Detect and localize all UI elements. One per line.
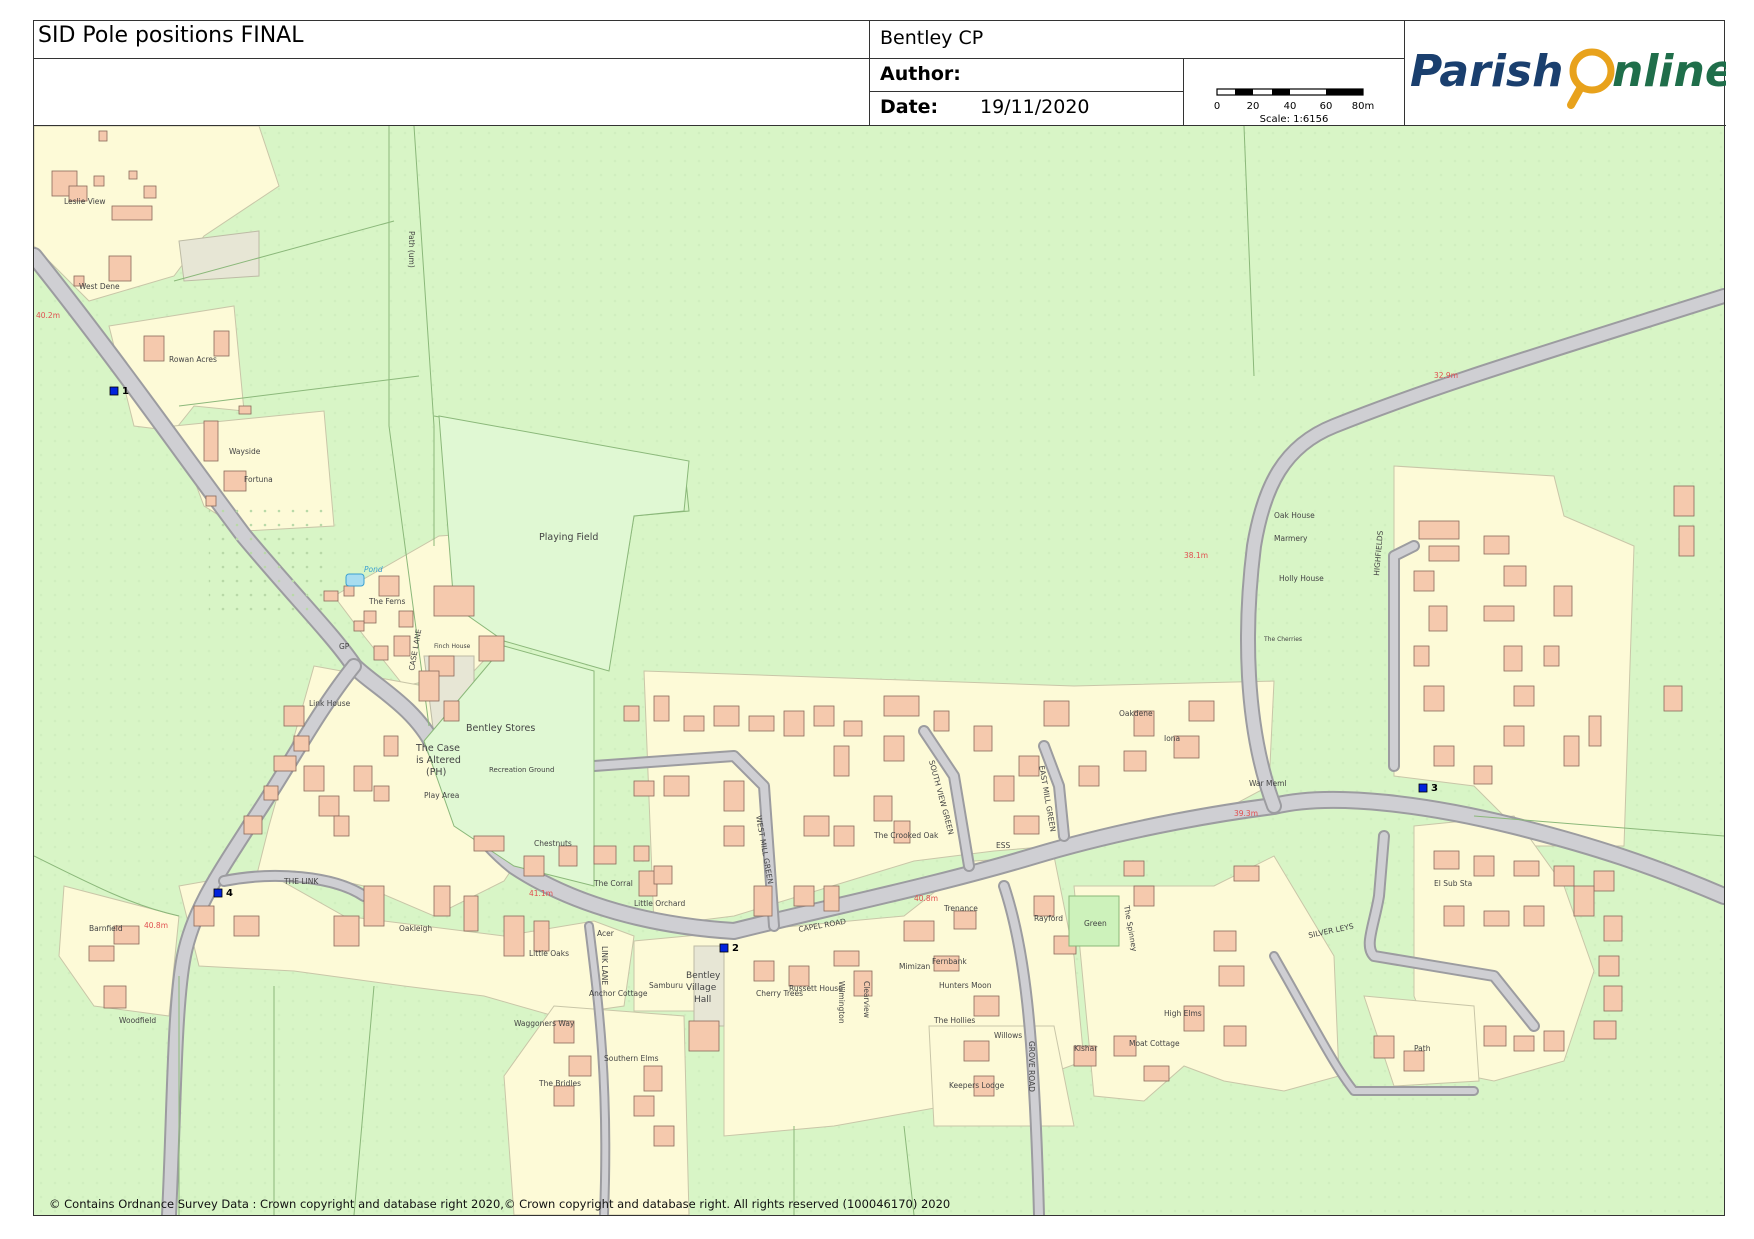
label-oakdene: Oakdene bbox=[1119, 709, 1153, 718]
spot-height-5: 41.1m bbox=[529, 889, 553, 898]
label-playing-field: Playing Field bbox=[539, 532, 598, 543]
svg-text:2: 2 bbox=[732, 943, 739, 954]
pond-icon bbox=[345, 573, 365, 587]
label-keepers-lodge: Keepers Lodge bbox=[949, 1081, 1005, 1090]
label-woodfield: Woodfield bbox=[119, 1016, 156, 1025]
label-hall-1: Bentley bbox=[686, 971, 721, 981]
spot-height-1: 40.2m bbox=[36, 311, 60, 320]
label-rowan-acres: Rowan Acres bbox=[169, 355, 217, 364]
parish-online-logo-graphic: Parish nline bbox=[1410, 46, 1735, 109]
scale-tick-40: 40 bbox=[1284, 101, 1297, 112]
label-rayford: Rayford bbox=[1034, 914, 1063, 923]
label-wayside: Wayside bbox=[229, 447, 261, 456]
date-label: Date: bbox=[880, 96, 939, 118]
label-play-area: Play Area bbox=[424, 791, 459, 800]
scale-bar-graphic: 0 20 40 60 80m Scale: 1:6156 bbox=[1214, 88, 1374, 125]
label-holly-house: Holly House bbox=[1279, 574, 1324, 583]
label-the-link: THE LINK bbox=[283, 877, 319, 886]
label-samburu: Samburu bbox=[649, 981, 683, 990]
label-the-hollies: The Hollies bbox=[933, 1016, 975, 1025]
label-el-sub-sta: El Sub Sta bbox=[1434, 879, 1472, 888]
label-oakleigh: Oakleigh bbox=[399, 924, 432, 933]
label-trenance: Trenance bbox=[943, 904, 978, 913]
label-the-case-2: is Altered bbox=[416, 755, 461, 766]
parish-online-logo: Parish nline bbox=[1405, 21, 1735, 126]
map-canvas[interactable]: Leslie View West Dene Rowan Acres Waysid… bbox=[34, 126, 1724, 1215]
label-hall-3: Hall bbox=[694, 995, 711, 1005]
label-grove-road: GROVE ROAD bbox=[1027, 1041, 1036, 1092]
spot-height-2: 32.9m bbox=[1434, 371, 1458, 380]
label-barnfield: Barnfield bbox=[89, 924, 123, 933]
label-little-oaks: Little Oaks bbox=[529, 949, 569, 958]
map-sheet: SID Pole positions FINAL Bentley CP Auth… bbox=[33, 20, 1735, 1216]
label-the-corral: The Corral bbox=[593, 879, 633, 888]
copyright-notice: © Contains Ordnance Survey Data : Crown … bbox=[49, 1197, 951, 1211]
label-west-dene: West Dene bbox=[79, 282, 120, 291]
label-recreation-ground: Recreation Ground bbox=[489, 766, 554, 774]
label-chestnuts: Chestnuts bbox=[534, 839, 572, 848]
scale-tick-20: 20 bbox=[1247, 101, 1260, 112]
spot-height-4: 39.3m bbox=[1234, 809, 1258, 818]
label-the-case-1: The Case bbox=[415, 743, 460, 754]
label-war-meml: War Meml bbox=[1249, 779, 1286, 788]
label-wilmington: Wilmington bbox=[837, 981, 846, 1024]
label-hunters-moon: Hunters Moon bbox=[939, 981, 992, 990]
label-the-cherries: The Cherries bbox=[1263, 636, 1302, 643]
svg-text:1: 1 bbox=[122, 386, 129, 397]
label-bentley-stores: Bentley Stores bbox=[466, 723, 535, 734]
label-anchor-cottage: Anchor Cottage bbox=[589, 989, 648, 998]
label-acer: Acer bbox=[597, 929, 615, 938]
label-kishar: Kishar bbox=[1074, 1044, 1098, 1053]
map-title: SID Pole positions FINAL bbox=[34, 21, 870, 59]
svg-text:3: 3 bbox=[1431, 783, 1438, 794]
label-link-lane: LINK LANE bbox=[600, 946, 609, 985]
label-hall-2: Village bbox=[686, 983, 717, 993]
label-fernbank: Fernbank bbox=[932, 957, 967, 966]
map-svg: Leslie View West Dene Rowan Acres Waysid… bbox=[34, 126, 1724, 1215]
scale-tick-0: 0 bbox=[1214, 101, 1220, 112]
logo-word-online: nline bbox=[1612, 46, 1726, 97]
label-gp: GP bbox=[339, 642, 350, 651]
scale-bar: 0 20 40 60 80m Scale: 1:6156 bbox=[1184, 59, 1405, 126]
title-blank-cell bbox=[34, 59, 870, 126]
label-the-case-3: (PH) bbox=[426, 767, 446, 778]
label-path: Path bbox=[1414, 1044, 1431, 1053]
parish-name: Bentley CP bbox=[870, 21, 1405, 59]
label-pond: Pond bbox=[364, 565, 383, 574]
label-mimizan: Mimizan bbox=[899, 962, 930, 971]
label-ess: ESS bbox=[996, 841, 1010, 850]
label-waggoners-way: Waggoners Way bbox=[514, 1019, 575, 1028]
author-field: Author: bbox=[870, 59, 1184, 92]
label-finch-house: Finch House bbox=[434, 643, 471, 650]
author-label: Author: bbox=[880, 63, 961, 85]
spot-height-3: 38.1m bbox=[1184, 551, 1208, 560]
label-green: Green bbox=[1084, 919, 1107, 928]
label-path-um: Path (um) bbox=[407, 231, 416, 268]
label-willows: Willows bbox=[994, 1031, 1022, 1040]
label-the-crooked-oak: The Crooked Oak bbox=[873, 831, 939, 840]
date-value: 19/11/2020 bbox=[980, 96, 1090, 118]
svg-text:4: 4 bbox=[226, 888, 233, 899]
label-russett-house: Russett House bbox=[789, 984, 843, 993]
label-the-bridles: The Bridles bbox=[538, 1079, 581, 1088]
scale-tick-80: 80m bbox=[1352, 101, 1374, 112]
label-link-house: Link House bbox=[309, 699, 351, 708]
scale-ratio: Scale: 1:6156 bbox=[1260, 114, 1329, 125]
label-high-elms: High Elms bbox=[1164, 1009, 1202, 1018]
label-the-ferns: The Ferns bbox=[368, 597, 406, 606]
label-leslie-view: Leslie View bbox=[64, 197, 106, 206]
label-little-orchard: Little Orchard bbox=[634, 899, 685, 908]
label-oak-house: Oak House bbox=[1274, 511, 1315, 520]
date-field: Date: 19/11/2020 bbox=[870, 92, 1184, 126]
label-fortuna: Fortuna bbox=[244, 475, 273, 484]
label-iona: Iona bbox=[1164, 734, 1180, 743]
label-marmery: Marmery bbox=[1274, 534, 1308, 543]
label-clearview: Clearview bbox=[862, 981, 871, 1018]
label-moat-cottage: Moat Cottage bbox=[1129, 1039, 1180, 1048]
logo-word-parish: Parish bbox=[1410, 46, 1563, 97]
scale-tick-60: 60 bbox=[1320, 101, 1333, 112]
label-southern-elms: Southern Elms bbox=[604, 1054, 659, 1063]
spot-height-7: 40.8m bbox=[914, 894, 938, 903]
spot-height-6: 40.8m bbox=[144, 921, 168, 930]
